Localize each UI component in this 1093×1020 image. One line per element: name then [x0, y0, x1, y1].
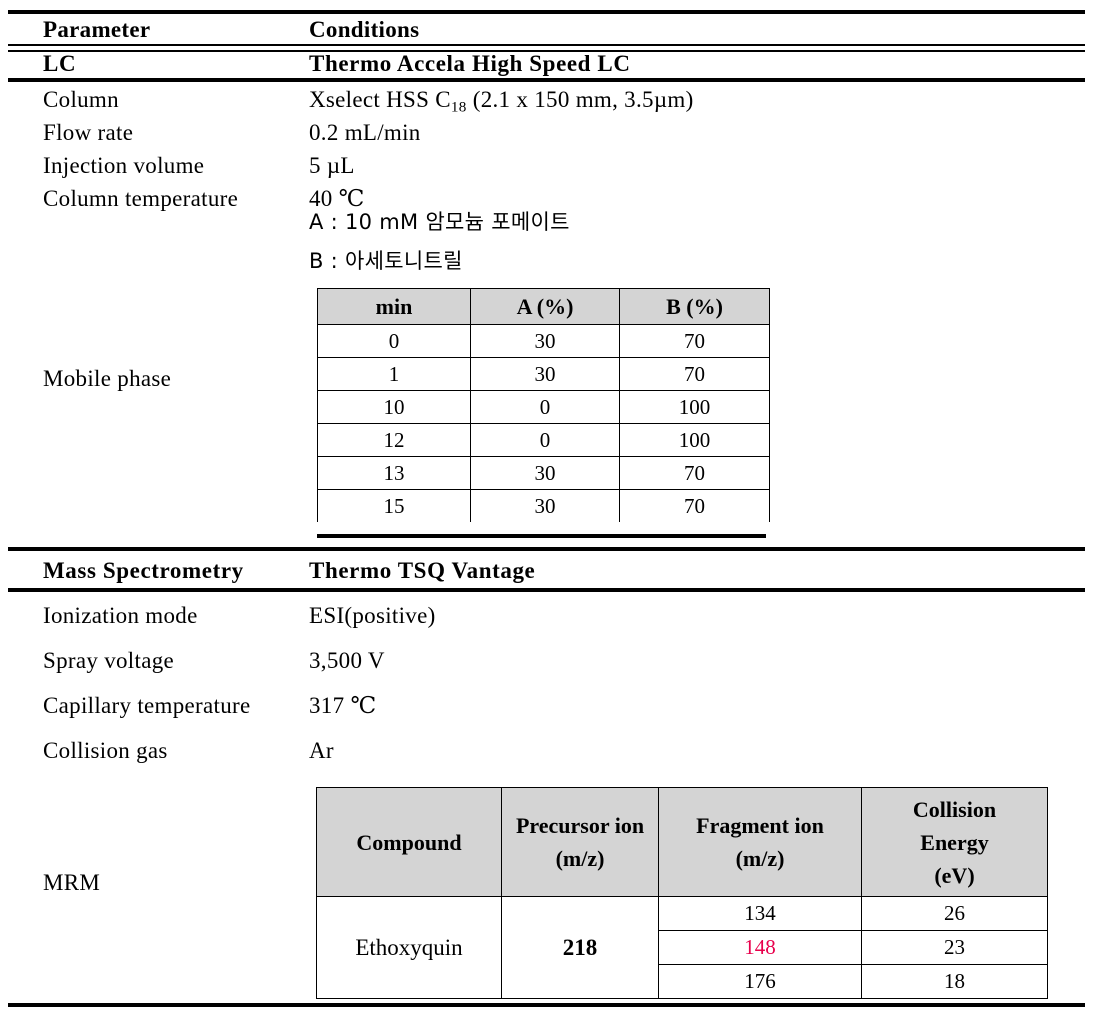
mrm-cell-fragment-ion: 176	[658, 964, 862, 999]
mrm-cell-precursor-ion: 218	[501, 896, 659, 999]
table-row: 0 30 70	[317, 324, 770, 358]
column-header-conditions: Conditions	[309, 17, 420, 42]
header-double-rule-upper	[8, 44, 1085, 46]
mobile-phase-solvent-b: B : 아세토니트릴	[309, 249, 463, 273]
mrm-header-ce-line1: Collision	[912, 796, 997, 822]
mrm-header-compound-line1: Compound	[356, 829, 462, 855]
mrm-header-compound: Compound	[316, 787, 502, 897]
mrm-header-collision-energy: Collision Energy (eV)	[861, 787, 1048, 897]
row-label-collision-gas: Collision gas	[43, 738, 168, 763]
table-row: 1 30 70	[317, 357, 770, 391]
mobile-phase-solvent-a: A : 10 mM 암모늄 포메이트	[309, 210, 570, 234]
row-value-column: Xselect HSS C18 (2.1 x 150 mm, 3.5µm)	[309, 88, 694, 114]
row-label-column-temperature: Column temperature	[43, 186, 239, 211]
gradient-cell-min: 13	[317, 456, 471, 490]
lc-instrument: Thermo Accela High Speed LC	[309, 51, 631, 76]
row-label-mrm: MRM	[43, 870, 101, 895]
row-label-ionization-mode: Ionization mode	[43, 603, 198, 628]
column-value-suffix: (2.1 x 150 mm, 3.5µm)	[466, 87, 694, 112]
gradient-cell-min: 10	[317, 390, 471, 424]
row-value-injection-volume: 5 µL	[309, 153, 355, 178]
gradient-cell-min: 1	[317, 357, 471, 391]
gradient-cell-b: 70	[619, 357, 770, 391]
top-border-rule	[8, 10, 1085, 14]
table-row: 10 0 100	[317, 390, 770, 424]
gradient-cell-b: 70	[619, 324, 770, 358]
row-label-spray-voltage: Spray voltage	[43, 648, 175, 673]
mrm-header-fragment-line1: Fragment ion	[696, 813, 824, 838]
gradient-cell-min: 0	[317, 324, 471, 358]
gradient-cell-a: 0	[470, 423, 620, 457]
row-value-column-temperature: 40 ℃	[309, 186, 365, 211]
row-value-spray-voltage: 3,500 V	[309, 648, 385, 673]
row-value-ionization-mode: ESI(positive)	[309, 603, 436, 628]
gradient-header-min: min	[317, 288, 471, 325]
column-header-parameter: Parameter	[43, 17, 151, 42]
row-label-flow-rate: Flow rate	[43, 120, 134, 145]
row-value-flow-rate: 0.2 mL/min	[309, 120, 421, 145]
row-value-collision-gas: Ar	[309, 738, 334, 763]
gradient-cell-a: 30	[470, 489, 620, 522]
column-value-subscript: 18	[450, 98, 467, 116]
ms-instrument: Thermo TSQ Vantage	[309, 558, 536, 583]
mrm-cell-collision-energy: 26	[861, 896, 1048, 931]
ms-header-bottom-rule	[8, 588, 1085, 592]
mrm-header-fragment-ion: Fragment ion (m/z)	[658, 787, 862, 897]
bottom-border-rule	[8, 1003, 1085, 1007]
gradient-cell-a: 30	[470, 357, 620, 391]
mrm-header-precursor-line2: (m/z)	[555, 846, 605, 871]
gradient-table: min A (%) B (%) 0 30 70 1 30 70 10 0 100	[317, 288, 770, 522]
mrm-header-ce-line2: Energy	[920, 829, 989, 855]
gradient-cell-b: 70	[619, 456, 770, 490]
row-value-capillary-temperature: 317 ℃	[309, 693, 377, 718]
gradient-table-bottom-rule	[317, 534, 766, 538]
lc-header-bottom-rule	[8, 78, 1085, 82]
column-value-prefix: Xselect HSS C	[309, 87, 451, 112]
gradient-header-b-percent: B (%)	[619, 288, 770, 325]
table-row: Ethoxyquin 218 134 26	[316, 896, 1048, 999]
gradient-cell-b: 70	[619, 489, 770, 522]
row-label-mobile-phase: Mobile phase	[43, 366, 172, 391]
table-row: 12 0 100	[317, 423, 770, 457]
section-title-mass-spectrometry: Mass Spectrometry	[43, 558, 244, 583]
mrm-cell-compound: Ethoxyquin	[316, 896, 502, 999]
mrm-cell-collision-energy-highlighted: 23	[861, 930, 1048, 965]
ms-section-top-rule	[8, 547, 1085, 551]
mrm-header-fragment-line2: (m/z)	[735, 846, 785, 871]
gradient-table-header-row: min A (%) B (%)	[317, 288, 770, 325]
row-label-capillary-temperature: Capillary temperature	[43, 693, 251, 718]
gradient-cell-min: 15	[317, 489, 471, 522]
mrm-cell-fragment-ion: 134	[658, 896, 862, 931]
parameter-conditions-table: Parameter Conditions LC Thermo Accela Hi…	[0, 0, 1093, 1020]
gradient-header-a-percent: A (%)	[470, 288, 620, 325]
gradient-cell-a: 30	[470, 456, 620, 490]
mrm-header-precursor-line1: Precursor ion	[515, 813, 645, 838]
gradient-cell-min: 12	[317, 423, 471, 457]
gradient-cell-b: 100	[619, 390, 770, 424]
table-row: 13 30 70	[317, 456, 770, 490]
mrm-table: Compound Precursor ion (m/z) Fragment io…	[316, 787, 1048, 999]
mrm-cell-fragment-ion-highlighted: 148	[658, 930, 862, 965]
gradient-cell-a: 0	[470, 390, 620, 424]
section-title-lc: LC	[43, 51, 77, 76]
mrm-header-precursor-ion: Precursor ion (m/z)	[501, 787, 659, 897]
row-label-column: Column	[43, 87, 119, 112]
table-row: 15 30 70	[317, 489, 770, 522]
mrm-cell-collision-energy: 18	[861, 964, 1048, 999]
gradient-cell-b: 100	[619, 423, 770, 457]
mrm-header-ce-line3: (eV)	[934, 862, 975, 888]
mrm-table-header-row: Compound Precursor ion (m/z) Fragment io…	[316, 787, 1048, 897]
row-label-injection-volume: Injection volume	[43, 153, 205, 178]
gradient-cell-a: 30	[470, 324, 620, 358]
